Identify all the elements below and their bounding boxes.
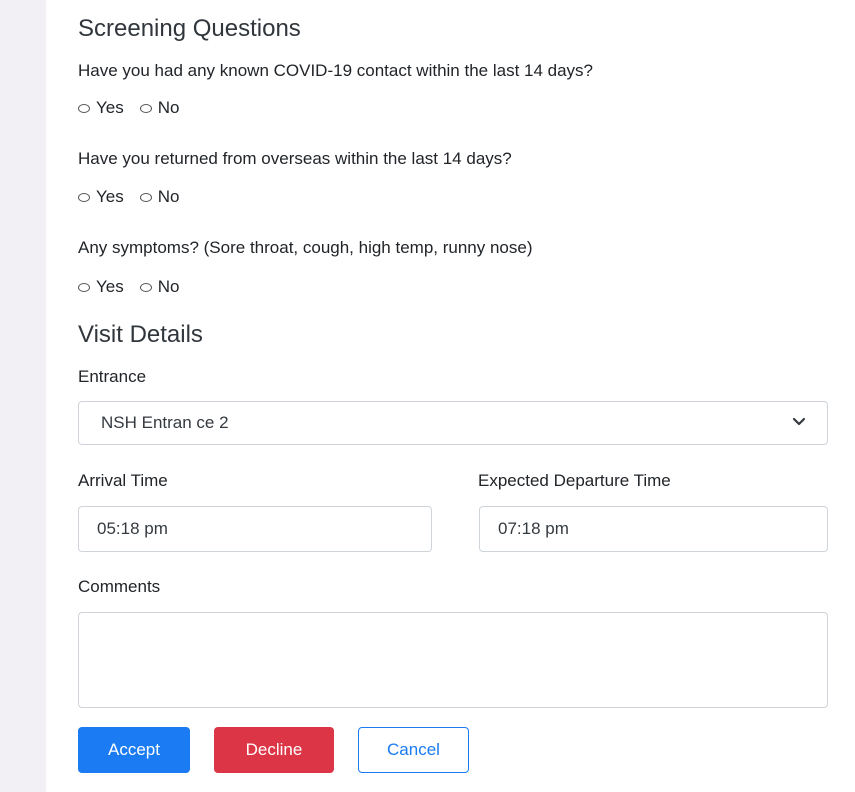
entrance-select[interactable]: NSH Entran ce 2 [78,401,828,445]
cancel-button[interactable]: Cancel [358,727,469,773]
comments-label: Comments [78,577,161,596]
arrival-time-input[interactable]: 05:18 pm [78,506,432,552]
radio-label-yes: Yes [96,277,124,296]
entrance-label: Entrance [78,367,147,386]
radio-circle-icon[interactable] [78,192,90,202]
radio-circle-icon[interactable] [139,282,152,292]
radio-option-yes[interactable]: Yes [78,98,124,118]
departure-time-value: 07:18 pm [498,519,569,538]
departure-time-label: Expected Departure Time [478,471,671,490]
entrance-selected-value: NSH Entran ce 2 [101,413,229,432]
radio-option-no[interactable]: No [139,187,180,207]
arrival-time-value: 05:18 pm [97,519,168,538]
radio-group-symptoms: Yes No [78,277,195,297]
radio-label-yes: Yes [96,98,124,117]
accept-button[interactable]: Accept [78,727,190,773]
arrival-time-label: Arrival Time [78,471,168,490]
radio-group-covid-contact: Yes No [78,98,195,118]
radio-label-yes: Yes [96,187,124,206]
radio-circle-icon[interactable] [78,282,90,292]
question-symptoms: Any symptoms? (Sore throat, cough, high … [78,238,533,257]
radio-option-no[interactable]: No [139,98,180,118]
side-strip [0,0,46,792]
decline-button[interactable]: Decline [214,727,334,773]
radio-group-overseas-return: Yes No [78,187,195,207]
radio-option-yes[interactable]: Yes [78,277,124,297]
radio-label-no: No [157,187,180,206]
visit-details-title: Visit Details [78,321,203,348]
radio-circle-icon[interactable] [139,192,152,202]
screening-title: Screening Questions [78,15,301,42]
question-overseas-return: Have you returned from overseas within t… [78,149,512,168]
departure-time-input[interactable]: 07:18 pm [479,506,828,552]
radio-option-no[interactable]: No [139,277,180,297]
radio-circle-icon[interactable] [139,103,152,113]
radio-circle-icon[interactable] [78,103,90,113]
radio-label-no: No [157,98,180,117]
question-covid-contact: Have you had any known COVID-19 contact … [78,61,594,80]
radio-option-yes[interactable]: Yes [78,187,124,207]
radio-label-no: No [157,277,180,296]
comments-textarea[interactable] [78,612,828,708]
chevron-down-icon[interactable] [791,414,807,430]
